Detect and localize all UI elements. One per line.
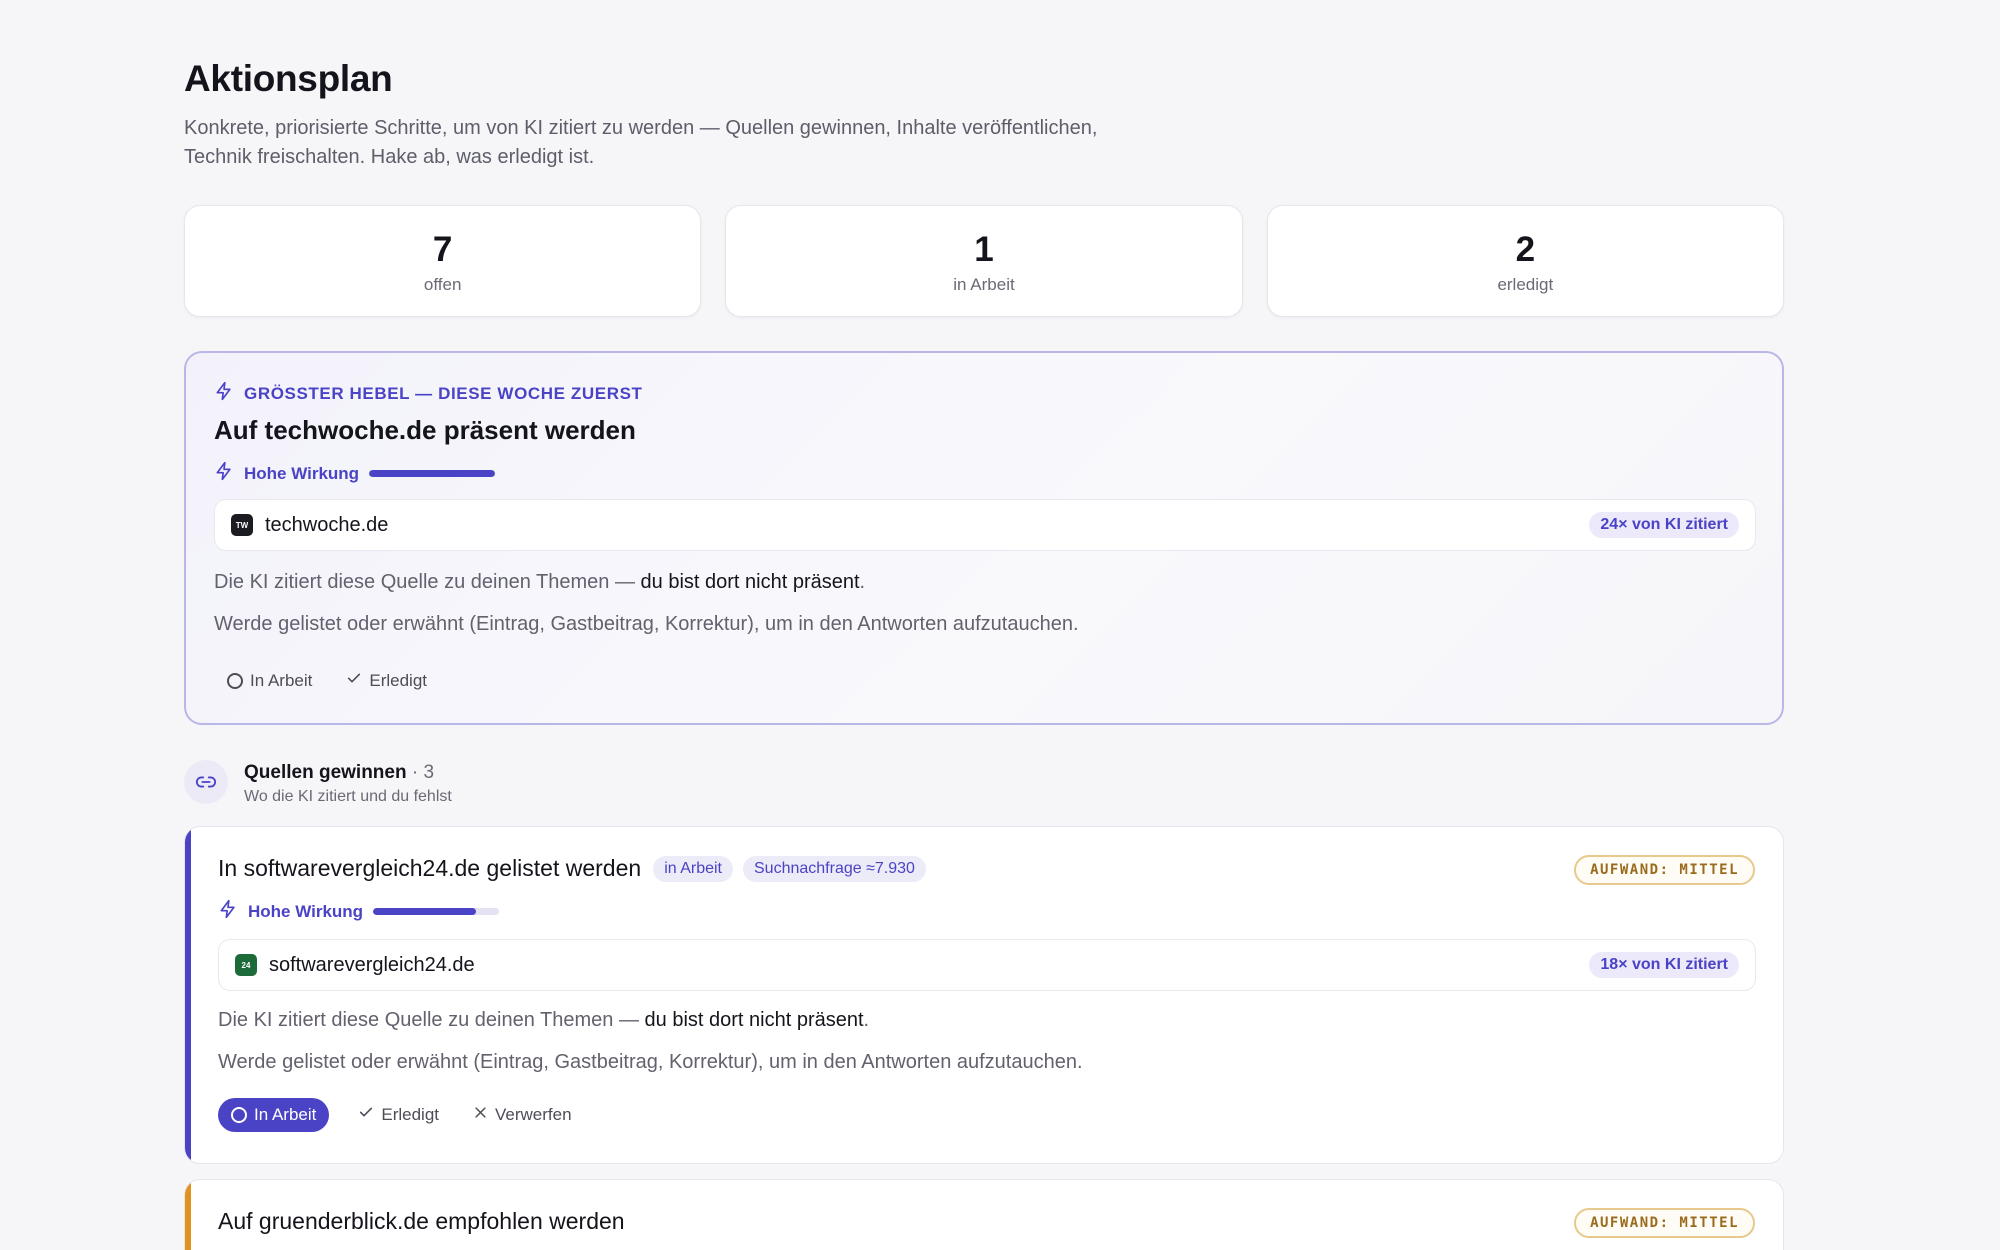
page-description-line: Konkrete, priorisierte Schritte, um von …	[184, 117, 1098, 139]
impact-bar-fill	[373, 908, 477, 915]
task-actions: In Arbeit Erledigt	[214, 663, 440, 698]
impact-bar-fill	[369, 470, 496, 477]
task-actions: In Arbeit Erledigt Verwerfen	[218, 1097, 585, 1132]
cited-count-badge: 18× von KI zitiert	[1589, 952, 1739, 978]
section-count: · 3	[406, 762, 435, 783]
discard-button[interactable]: Verwerfen	[460, 1098, 585, 1132]
recommendation-text: Werde gelistet oder erwähnt (Eintrag, Ga…	[214, 613, 1079, 635]
stats-row: 7 offen 1 in Arbeit 2 erledigt	[184, 205, 1784, 317]
top-priority-title: Auf techwoche.de präsent werden	[214, 415, 636, 445]
stat-label: in Arbeit	[953, 275, 1015, 294]
close-icon	[473, 1105, 488, 1125]
top-priority-card: GRÖSSTER HEBEL — DIESE WOCHE ZUERST Auf …	[184, 351, 1784, 725]
stat-value: 7	[432, 230, 453, 269]
stat-label: erledigt	[1497, 275, 1554, 294]
source-favicon: TW	[231, 514, 253, 536]
cited-count-badge: 24× von KI zitiert	[1589, 512, 1739, 538]
stat-value: 1	[974, 230, 994, 269]
impact-indicator: Hohe Wirkung	[218, 899, 500, 924]
section-title-text: Quellen gewinnen	[244, 762, 407, 783]
task-title: In softwarevergleich24.de gelistet werde…	[218, 855, 642, 881]
bolt-icon	[218, 899, 238, 924]
recommendation-text: Werde gelistet oder erwähnt (Eintrag, Ga…	[218, 1051, 1083, 1073]
impact-indicator: Hohe Wirkung	[214, 461, 496, 486]
source-favicon: 24	[235, 954, 257, 976]
stat-card-in-progress: 1 in Arbeit	[725, 205, 1243, 317]
mark-done-button[interactable]: Erledigt	[345, 1097, 452, 1132]
mark-in-progress-button[interactable]: In Arbeit	[218, 1097, 330, 1132]
page-description-line: Technik freischalten. Hake ab, was erled…	[184, 146, 595, 168]
impact-label: Hohe Wirkung	[248, 901, 364, 921]
explanation-emphasis: du bist dort nicht präsent	[640, 571, 860, 593]
effort-badge: AUFWAND: MITTEL	[1574, 1208, 1755, 1238]
source-row: TW techwoche.de 24× von KI zitiert	[214, 499, 1756, 551]
task-card: In softwarevergleich24.de gelistet werde…	[184, 826, 1784, 1164]
explanation-suffix: .	[859, 571, 866, 593]
source-row: 24 softwarevergleich24.de 18× von KI zit…	[218, 939, 1756, 991]
section-subtitle: Wo die KI zitiert und du fehlst	[244, 788, 452, 805]
stat-value: 2	[1515, 230, 1536, 269]
impact-bar	[369, 470, 496, 477]
link-icon	[184, 760, 228, 804]
button-label: In Arbeit	[250, 670, 313, 690]
page-title: Aktionsplan	[184, 58, 393, 99]
section-title: Quellen gewinnen · 3	[244, 762, 452, 784]
effort-badge: AUFWAND: MITTEL	[1574, 855, 1755, 885]
circle-icon	[227, 672, 243, 689]
button-label: Erledigt	[369, 670, 428, 690]
top-priority-kicker: GRÖSSTER HEBEL — DIESE WOCHE ZUERST	[214, 381, 643, 406]
source-name: softwarevergleich24.de	[269, 953, 475, 976]
task-header: In softwarevergleich24.de gelistet werde…	[218, 855, 926, 882]
explanation-suffix: .	[863, 1009, 870, 1031]
source-explanation: Die KI zitiert diese Quelle zu deinen Th…	[218, 1009, 869, 1032]
mark-done-button[interactable]: Erledigt	[333, 663, 440, 698]
status-pill: in Arbeit	[653, 855, 733, 882]
page-description: Konkrete, priorisierte Schritte, um von …	[184, 114, 1184, 172]
check-icon	[346, 670, 362, 691]
source-explanation: Die KI zitiert diese Quelle zu deinen Th…	[214, 571, 865, 594]
button-label: Erledigt	[381, 1104, 440, 1124]
task-header: Auf gruenderblick.de empfohlen werden	[218, 1208, 627, 1235]
explanation-text: Die KI zitiert diese Quelle zu deinen Th…	[214, 571, 641, 593]
circle-icon	[231, 1106, 247, 1123]
stat-label: offen	[423, 275, 462, 294]
button-label: Verwerfen	[495, 1104, 572, 1124]
task-accent-bar	[185, 827, 191, 1163]
bolt-icon	[214, 461, 234, 486]
mark-in-progress-button[interactable]: In Arbeit	[214, 664, 325, 698]
button-label: In Arbeit	[254, 1104, 317, 1124]
kicker-label: GRÖSSTER HEBEL — DIESE WOCHE ZUERST	[244, 383, 643, 403]
explanation-text: Die KI zitiert diese Quelle zu deinen Th…	[218, 1009, 645, 1031]
search-demand-pill: Suchnachfrage ≈7.930	[743, 855, 926, 882]
check-icon	[358, 1104, 374, 1125]
task-card: Auf gruenderblick.de empfohlen werden AU…	[184, 1179, 1784, 1250]
impact-bar	[373, 908, 500, 915]
task-accent-bar	[185, 1180, 191, 1250]
stat-card-done: 2 erledigt	[1266, 205, 1784, 317]
bolt-icon	[214, 381, 234, 406]
source-name: techwoche.de	[265, 513, 389, 536]
task-title: Auf gruenderblick.de empfohlen werden	[218, 1208, 625, 1234]
section-header: Quellen gewinnen · 3 Wo die KI zitiert u…	[184, 760, 452, 806]
stat-card-open: 7 offen	[184, 205, 702, 317]
impact-label: Hohe Wirkung	[244, 463, 360, 483]
explanation-emphasis: du bist dort nicht präsent	[644, 1009, 864, 1031]
